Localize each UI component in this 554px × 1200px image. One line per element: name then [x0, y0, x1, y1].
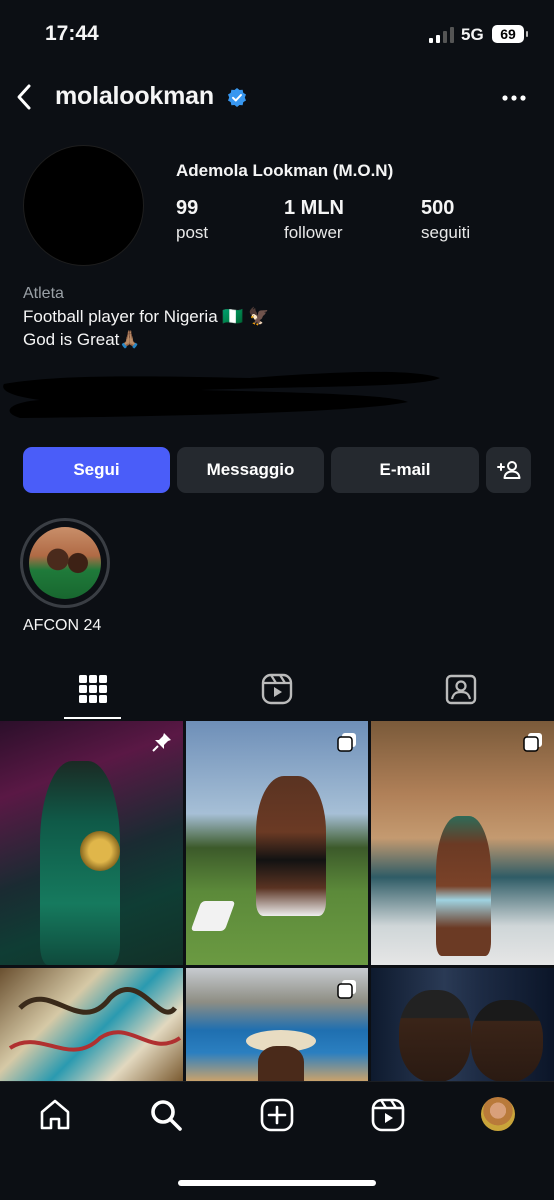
create-icon[interactable] [259, 1097, 295, 1133]
add-person-icon [496, 461, 520, 479]
search-icon[interactable] [148, 1097, 184, 1133]
artwork-image [8, 987, 182, 1052]
suggested-people-button[interactable] [486, 447, 531, 493]
reels-icon[interactable] [260, 672, 294, 706]
message-button[interactable]: Messaggio [177, 447, 324, 493]
highlight-label: AFCON 24 [23, 617, 102, 634]
stat-posts[interactable]: 99 post [176, 197, 208, 243]
post-thumbnail[interactable] [186, 968, 368, 1081]
status-time: 17:44 [45, 22, 99, 45]
stat-following-value: 500 [421, 197, 455, 219]
grid-icon[interactable] [76, 672, 110, 706]
redacted-link [0, 366, 470, 422]
post-thumbnail[interactable] [186, 721, 368, 965]
posts-grid [0, 721, 554, 1081]
post-thumbnail[interactable] [371, 721, 554, 965]
stat-following-label: seguiti [421, 223, 471, 242]
tagged-icon[interactable] [444, 672, 478, 706]
verified-badge-icon [226, 87, 248, 109]
cell-signal-icon [429, 27, 455, 43]
stat-posts-label: post [176, 223, 209, 242]
home-indicator[interactable] [178, 1180, 376, 1186]
stat-following[interactable]: 500 seguiti [421, 197, 470, 243]
bio-line: God is Great🙏🏽 [23, 330, 141, 349]
follow-button[interactable]: Segui [23, 447, 170, 493]
post-thumbnail[interactable] [371, 968, 554, 1081]
carousel-icon [523, 733, 542, 752]
email-button[interactable]: E-mail [331, 447, 479, 493]
profile-full-name: Ademola Lookman (M.O.N) [176, 161, 394, 180]
active-tab-indicator [64, 717, 121, 719]
bio-line: Football player for Nigeria 🇳🇬 🦅 [23, 307, 270, 326]
carousel-icon [337, 733, 356, 752]
network-type: 5G [461, 25, 484, 44]
profile-username: molalookman [55, 82, 214, 110]
profile-category: Atleta [23, 285, 64, 302]
pin-icon [152, 733, 171, 752]
stat-posts-value: 99 [176, 197, 199, 219]
stat-followers-value: 1 MLN [284, 197, 344, 219]
more-options-icon[interactable] [500, 86, 528, 110]
reels-nav-icon[interactable] [370, 1097, 406, 1133]
profile-avatar[interactable] [23, 145, 144, 266]
home-icon[interactable] [37, 1097, 73, 1133]
stat-followers[interactable]: 1 MLN follower [284, 197, 344, 243]
carousel-icon [337, 980, 356, 999]
battery-indicator: 69 [492, 25, 528, 43]
profile-tab-avatar[interactable] [481, 1097, 515, 1131]
back-arrow-icon[interactable] [12, 82, 42, 112]
highlight-cover[interactable] [29, 527, 101, 599]
post-thumbnail[interactable] [0, 721, 183, 965]
stat-followers-label: follower [284, 223, 343, 242]
post-thumbnail[interactable] [0, 968, 183, 1081]
